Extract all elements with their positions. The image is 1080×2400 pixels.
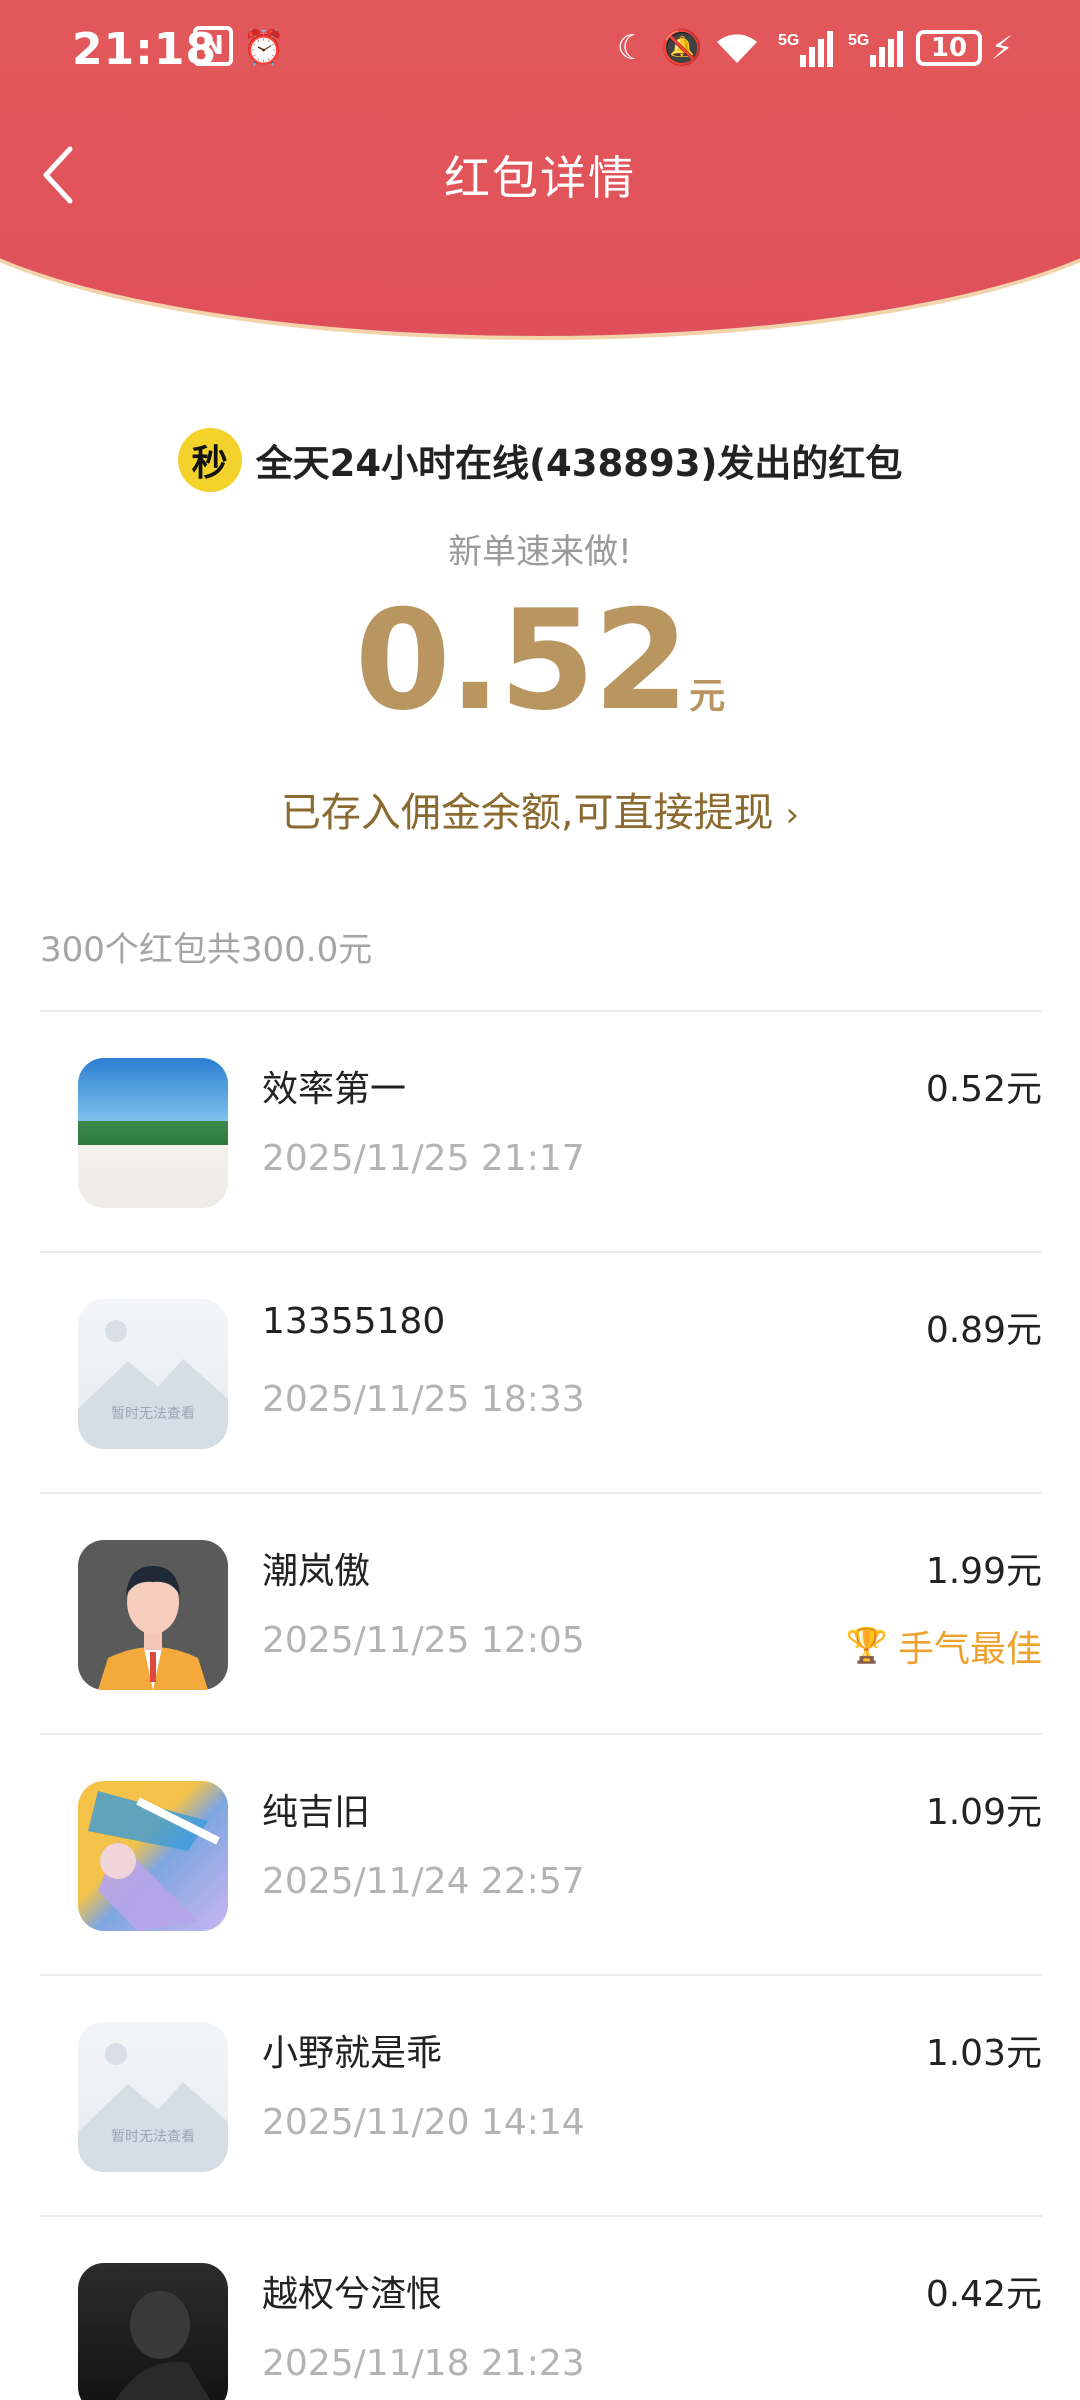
placeholder-avatar: 暂时无法查看	[78, 1299, 228, 1449]
alarm-icon: ⏰	[242, 28, 286, 68]
receive-amount: 1.09元	[925, 1792, 1042, 1833]
receiver-name: 潮岚傲	[262, 1551, 371, 1592]
image-placeholder-icon	[78, 2043, 228, 2172]
receive-time: 2025/11/25 18:33	[262, 1379, 585, 1420]
nfc-icon: N	[193, 26, 233, 66]
receive-time: 2025/11/18 21:23	[262, 2343, 585, 2384]
chevron-right-icon: ›	[785, 795, 800, 835]
receive-time: 2025/11/25 21:17	[262, 1138, 585, 1179]
wifi-icon	[712, 26, 762, 70]
battery-icon: 10	[916, 30, 982, 66]
list-item[interactable]: 暂时无法查看 小野就是乖 2025/11/20 14:14 1.03元	[40, 1976, 1042, 2217]
best-luck-badge: 🏆 手气最佳	[846, 1620, 1042, 1672]
packet-summary: 300个红包共300.0元	[40, 930, 373, 970]
red-packet-detail-page: 21:18 N ⏰ ☾ 🔕 5G 5G 10 ⚡ 红包详情 秒 全天24小时在线…	[0, 0, 1080, 2400]
svg-text:5G: 5G	[778, 32, 799, 49]
receiver-name: 效率第一	[262, 1069, 407, 1110]
placeholder-caption: 暂时无法查看	[111, 2129, 195, 2145]
avatar	[78, 1058, 228, 1208]
list-item[interactable]: 效率第一 2025/11/25 21:17 0.52元	[40, 1012, 1042, 1253]
greeting-text: 新单速来做!	[448, 532, 632, 572]
best-luck-label: 手气最佳	[897, 1629, 1042, 1670]
avatar	[78, 1781, 228, 1931]
list-item[interactable]: 越权兮渣恨 2025/11/18 21:23 0.42元	[40, 2217, 1042, 2400]
receive-amount: 1.99元	[925, 1551, 1042, 1592]
avatar	[78, 2263, 228, 2400]
amount-value: 0.52	[354, 580, 689, 741]
signal-icon: 5G	[776, 26, 836, 70]
receive-amount: 0.52元	[925, 1069, 1042, 1110]
placeholder-avatar: 暂时无法查看	[78, 2022, 228, 2172]
page-title: 红包详情	[444, 151, 636, 205]
list-item[interactable]: 暂时无法查看 13355180 2025/11/25 18:33 0.89元	[40, 1253, 1042, 1494]
signal-icon-2: 5G	[846, 26, 906, 70]
mute-icon: 🔕	[660, 28, 704, 68]
image-placeholder-icon	[78, 1320, 228, 1449]
sender-text: 全天24小时在线(438893)发出的红包	[255, 442, 903, 485]
receive-amount: 0.42元	[925, 2274, 1042, 2315]
balance-notice-text: 已存入佣金余额,可直接提现	[280, 790, 774, 836]
receive-amount: 1.03元	[925, 2033, 1042, 2074]
sender-info: 秒 全天24小时在线(438893)发出的红包	[0, 428, 1080, 492]
list-item[interactable]: 纯吉旧 2025/11/24 22:57 1.09元	[40, 1735, 1042, 1976]
anime-avatar-icon	[88, 1791, 220, 1931]
moon-icon: ☾	[616, 28, 648, 68]
receive-amount: 0.89元	[925, 1310, 1042, 1351]
dark-portrait-icon	[115, 2291, 211, 2400]
svg-text:5G: 5G	[848, 32, 869, 49]
amount: 0.52元	[0, 580, 1080, 741]
status-bar: 21:18 N ⏰ ☾ 🔕 5G 5G 10 ⚡	[0, 0, 1080, 100]
amount-unit: 元	[689, 676, 726, 717]
list-item[interactable]: 潮岚傲 2025/11/25 12:05 1.99元 🏆 手气最佳	[40, 1494, 1042, 1735]
receiver-name: 小野就是乖	[262, 2033, 443, 2074]
receiver-name: 越权兮渣恨	[262, 2274, 443, 2315]
charging-icon: ⚡	[990, 29, 1014, 67]
receiver-list: 效率第一 2025/11/25 21:17 0.52元 暂时无法查看 13355…	[40, 1012, 1042, 2400]
balance-notice-link[interactable]: 已存入佣金余额,可直接提现 ›	[0, 780, 1080, 838]
user-silhouette-icon	[98, 1566, 208, 1690]
avatar	[78, 1540, 228, 1690]
receiver-name: 纯吉旧	[262, 1792, 371, 1833]
placeholder-caption: 暂时无法查看	[111, 1406, 195, 1422]
receive-time: 2025/11/25 12:05	[262, 1620, 585, 1661]
receiver-name: 13355180	[262, 1301, 446, 1342]
receive-time: 2025/11/20 14:14	[262, 2102, 585, 2143]
receive-time: 2025/11/24 22:57	[262, 1861, 585, 1902]
trophy-icon: 🏆	[845, 1626, 888, 1666]
sender-logo-icon: 秒	[177, 428, 242, 492]
